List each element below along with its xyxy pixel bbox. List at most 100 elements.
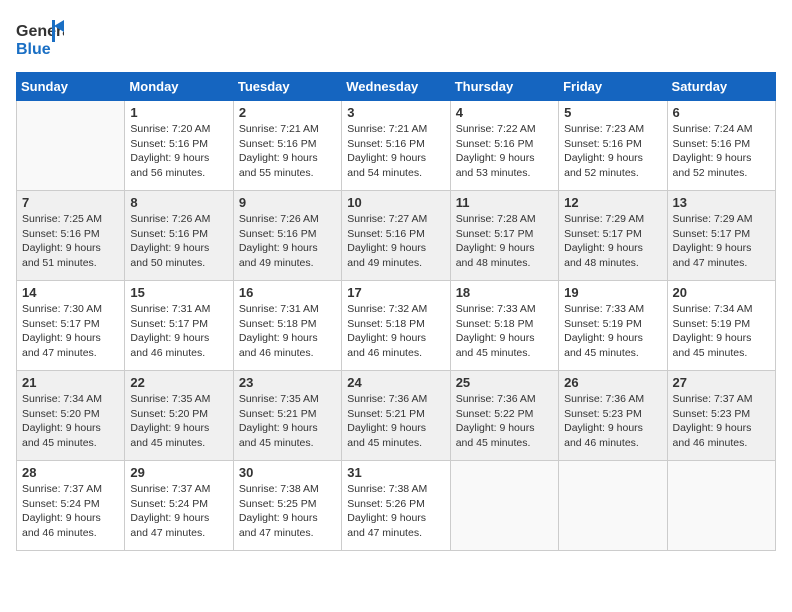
calendar-cell: 6 Sunrise: 7:24 AM Sunset: 5:16 PM Dayli… (667, 101, 775, 191)
sunrise-text: Sunrise: 7:23 AM (564, 123, 644, 135)
calendar-cell: 28 Sunrise: 7:37 AM Sunset: 5:24 PM Dayl… (17, 461, 125, 551)
sunrise-text: Sunrise: 7:29 AM (673, 213, 753, 225)
day-info: Sunrise: 7:36 AM Sunset: 5:22 PM Dayligh… (456, 392, 553, 451)
calendar-cell: 12 Sunrise: 7:29 AM Sunset: 5:17 PM Dayl… (559, 191, 667, 281)
day-number: 11 (456, 195, 553, 210)
calendar-cell: 8 Sunrise: 7:26 AM Sunset: 5:16 PM Dayli… (125, 191, 233, 281)
sunset-text: Sunset: 5:16 PM (456, 138, 534, 150)
calendar-cell: 16 Sunrise: 7:31 AM Sunset: 5:18 PM Dayl… (233, 281, 341, 371)
sunset-text: Sunset: 5:16 PM (564, 138, 642, 150)
sunrise-text: Sunrise: 7:26 AM (239, 213, 319, 225)
col-friday: Friday (559, 73, 667, 101)
day-number: 2 (239, 105, 336, 120)
sunrise-text: Sunrise: 7:28 AM (456, 213, 536, 225)
day-number: 1 (130, 105, 227, 120)
calendar-cell: 20 Sunrise: 7:34 AM Sunset: 5:19 PM Dayl… (667, 281, 775, 371)
sunset-text: Sunset: 5:26 PM (347, 498, 425, 510)
calendar-cell: 31 Sunrise: 7:38 AM Sunset: 5:26 PM Dayl… (342, 461, 450, 551)
day-number: 20 (673, 285, 770, 300)
sunrise-text: Sunrise: 7:26 AM (130, 213, 210, 225)
calendar-cell: 1 Sunrise: 7:20 AM Sunset: 5:16 PM Dayli… (125, 101, 233, 191)
daylight-text: Daylight: 9 hours and 47 minutes. (239, 512, 318, 539)
sunset-text: Sunset: 5:24 PM (22, 498, 100, 510)
sunset-text: Sunset: 5:23 PM (564, 408, 642, 420)
calendar-week-row: 28 Sunrise: 7:37 AM Sunset: 5:24 PM Dayl… (17, 461, 776, 551)
sunrise-text: Sunrise: 7:20 AM (130, 123, 210, 135)
daylight-text: Daylight: 9 hours and 45 minutes. (673, 332, 752, 359)
calendar-week-row: 1 Sunrise: 7:20 AM Sunset: 5:16 PM Dayli… (17, 101, 776, 191)
day-info: Sunrise: 7:38 AM Sunset: 5:26 PM Dayligh… (347, 482, 444, 541)
day-info: Sunrise: 7:26 AM Sunset: 5:16 PM Dayligh… (130, 212, 227, 271)
calendar-cell: 4 Sunrise: 7:22 AM Sunset: 5:16 PM Dayli… (450, 101, 558, 191)
day-info: Sunrise: 7:36 AM Sunset: 5:23 PM Dayligh… (564, 392, 661, 451)
sunrise-text: Sunrise: 7:27 AM (347, 213, 427, 225)
daylight-text: Daylight: 9 hours and 45 minutes. (130, 422, 209, 449)
day-number: 16 (239, 285, 336, 300)
day-number: 29 (130, 465, 227, 480)
day-info: Sunrise: 7:25 AM Sunset: 5:16 PM Dayligh… (22, 212, 119, 271)
daylight-text: Daylight: 9 hours and 45 minutes. (239, 422, 318, 449)
daylight-text: Daylight: 9 hours and 45 minutes. (564, 332, 643, 359)
daylight-text: Daylight: 9 hours and 56 minutes. (130, 152, 209, 179)
day-info: Sunrise: 7:33 AM Sunset: 5:19 PM Dayligh… (564, 302, 661, 361)
daylight-text: Daylight: 9 hours and 52 minutes. (673, 152, 752, 179)
day-number: 8 (130, 195, 227, 210)
col-thursday: Thursday (450, 73, 558, 101)
calendar-cell: 13 Sunrise: 7:29 AM Sunset: 5:17 PM Dayl… (667, 191, 775, 281)
day-number: 6 (673, 105, 770, 120)
day-number: 15 (130, 285, 227, 300)
daylight-text: Daylight: 9 hours and 49 minutes. (239, 242, 318, 269)
daylight-text: Daylight: 9 hours and 46 minutes. (347, 332, 426, 359)
calendar-cell: 25 Sunrise: 7:36 AM Sunset: 5:22 PM Dayl… (450, 371, 558, 461)
day-number: 10 (347, 195, 444, 210)
daylight-text: Daylight: 9 hours and 47 minutes. (130, 512, 209, 539)
sunset-text: Sunset: 5:17 PM (22, 318, 100, 330)
sunrise-text: Sunrise: 7:35 AM (239, 393, 319, 405)
sunset-text: Sunset: 5:21 PM (347, 408, 425, 420)
day-number: 9 (239, 195, 336, 210)
day-info: Sunrise: 7:21 AM Sunset: 5:16 PM Dayligh… (347, 122, 444, 181)
day-info: Sunrise: 7:30 AM Sunset: 5:17 PM Dayligh… (22, 302, 119, 361)
calendar-cell: 15 Sunrise: 7:31 AM Sunset: 5:17 PM Dayl… (125, 281, 233, 371)
sunset-text: Sunset: 5:17 PM (130, 318, 208, 330)
calendar-cell: 5 Sunrise: 7:23 AM Sunset: 5:16 PM Dayli… (559, 101, 667, 191)
day-number: 5 (564, 105, 661, 120)
day-number: 26 (564, 375, 661, 390)
sunrise-text: Sunrise: 7:24 AM (673, 123, 753, 135)
logo: General Blue (16, 16, 64, 60)
sunrise-text: Sunrise: 7:33 AM (564, 303, 644, 315)
sunset-text: Sunset: 5:22 PM (456, 408, 534, 420)
calendar-cell: 10 Sunrise: 7:27 AM Sunset: 5:16 PM Dayl… (342, 191, 450, 281)
day-number: 23 (239, 375, 336, 390)
day-info: Sunrise: 7:24 AM Sunset: 5:16 PM Dayligh… (673, 122, 770, 181)
calendar-cell: 2 Sunrise: 7:21 AM Sunset: 5:16 PM Dayli… (233, 101, 341, 191)
daylight-text: Daylight: 9 hours and 46 minutes. (564, 422, 643, 449)
day-number: 3 (347, 105, 444, 120)
daylight-text: Daylight: 9 hours and 47 minutes. (347, 512, 426, 539)
day-info: Sunrise: 7:29 AM Sunset: 5:17 PM Dayligh… (673, 212, 770, 271)
daylight-text: Daylight: 9 hours and 46 minutes. (673, 422, 752, 449)
day-number: 12 (564, 195, 661, 210)
daylight-text: Daylight: 9 hours and 51 minutes. (22, 242, 101, 269)
calendar-cell: 21 Sunrise: 7:34 AM Sunset: 5:20 PM Dayl… (17, 371, 125, 461)
sunrise-text: Sunrise: 7:36 AM (564, 393, 644, 405)
calendar-cell: 26 Sunrise: 7:36 AM Sunset: 5:23 PM Dayl… (559, 371, 667, 461)
day-info: Sunrise: 7:20 AM Sunset: 5:16 PM Dayligh… (130, 122, 227, 181)
col-sunday: Sunday (17, 73, 125, 101)
sunrise-text: Sunrise: 7:21 AM (347, 123, 427, 135)
day-info: Sunrise: 7:38 AM Sunset: 5:25 PM Dayligh… (239, 482, 336, 541)
sunrise-text: Sunrise: 7:34 AM (673, 303, 753, 315)
calendar-cell: 23 Sunrise: 7:35 AM Sunset: 5:21 PM Dayl… (233, 371, 341, 461)
sunrise-text: Sunrise: 7:21 AM (239, 123, 319, 135)
daylight-text: Daylight: 9 hours and 48 minutes. (456, 242, 535, 269)
calendar-cell: 9 Sunrise: 7:26 AM Sunset: 5:16 PM Dayli… (233, 191, 341, 281)
sunset-text: Sunset: 5:16 PM (239, 138, 317, 150)
daylight-text: Daylight: 9 hours and 46 minutes. (22, 512, 101, 539)
sunset-text: Sunset: 5:21 PM (239, 408, 317, 420)
calendar-cell: 14 Sunrise: 7:30 AM Sunset: 5:17 PM Dayl… (17, 281, 125, 371)
day-info: Sunrise: 7:26 AM Sunset: 5:16 PM Dayligh… (239, 212, 336, 271)
day-info: Sunrise: 7:37 AM Sunset: 5:24 PM Dayligh… (22, 482, 119, 541)
calendar-table: Sunday Monday Tuesday Wednesday Thursday… (16, 72, 776, 551)
daylight-text: Daylight: 9 hours and 48 minutes. (564, 242, 643, 269)
sunrise-text: Sunrise: 7:22 AM (456, 123, 536, 135)
